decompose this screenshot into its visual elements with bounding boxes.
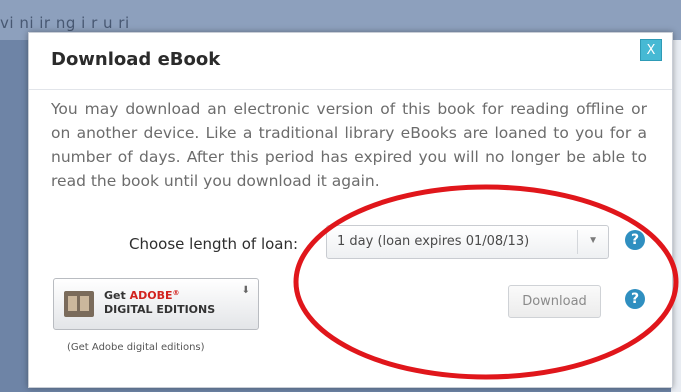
download-help-icon[interactable]: ? <box>625 289 645 309</box>
book-icon <box>64 291 94 317</box>
download-arrow-icon: ⬇ <box>241 285 250 296</box>
dialog-title: Download eBook <box>51 49 221 70</box>
dialog-header: Download eBook <box>29 33 672 90</box>
adobe-registered-mark: ® <box>172 289 180 297</box>
adobe-badge-line2: DIGITAL EDITIONS <box>104 303 216 316</box>
loan-length-select[interactable]: 1 day (loan expires 01/08/13) ▼ <box>326 225 609 259</box>
adobe-caption-link[interactable]: (Get Adobe digital editions) <box>67 342 205 353</box>
close-icon: X <box>646 43 656 58</box>
download-ebook-dialog: Download eBook X You may download an ele… <box>28 32 673 388</box>
download-button[interactable]: Download <box>508 285 601 318</box>
adobe-badge-get: Get <box>104 289 130 302</box>
help-glyph: ? <box>630 291 640 307</box>
adobe-brand: ADOBE <box>129 289 173 302</box>
select-divider <box>577 230 578 254</box>
dialog-description: You may download an electronic version o… <box>51 100 647 190</box>
help-glyph: ? <box>630 232 640 248</box>
get-adobe-digital-editions-button[interactable]: Get ADOBE® DIGITAL EDITIONS ⬇ <box>53 278 259 330</box>
close-button[interactable]: X <box>640 39 662 61</box>
chevron-down-icon: ▼ <box>588 235 598 246</box>
loan-help-icon[interactable]: ? <box>625 230 645 250</box>
adobe-badge-line1: Get ADOBE® <box>104 289 179 302</box>
background-text: vi ni ir ng i r u ri <box>0 14 130 32</box>
loan-length-label: Choose length of loan: <box>129 235 299 253</box>
loan-length-selected-value: 1 day (loan expires 01/08/13) <box>337 234 530 249</box>
